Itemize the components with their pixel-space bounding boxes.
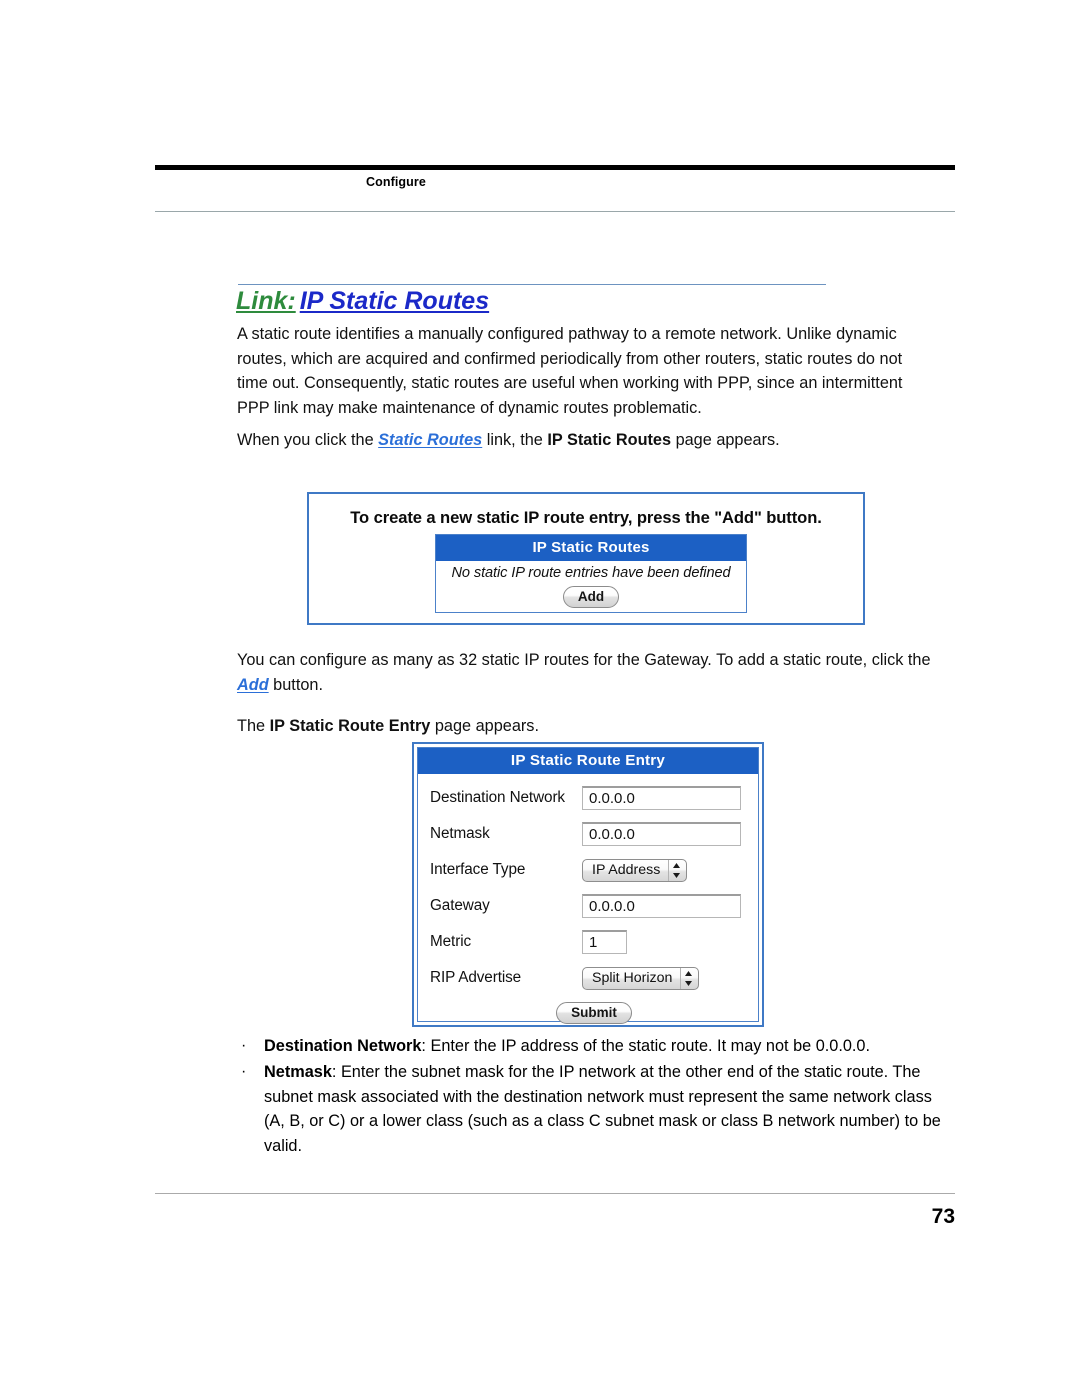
rip-advertise-select[interactable]: Split Horizon (582, 966, 700, 990)
submit-row: Submit (430, 996, 758, 1024)
bullet-marker-icon: · (241, 1037, 247, 1054)
p2-bold-term: IP Static Routes (547, 431, 672, 449)
p2-text-middle: link, the (482, 431, 548, 449)
label-metric: Metric (430, 933, 472, 950)
form-row-gateway: Gateway 0.0.0.0 (430, 888, 758, 924)
paragraph-entry-page: The IP Static Route Entry page appears. (237, 714, 937, 739)
netmask-input[interactable]: 0.0.0.0 (582, 822, 741, 846)
add-button[interactable]: Add (562, 586, 620, 608)
form-row-netmask: Netmask 0.0.0.0 (430, 816, 758, 852)
label-destination-network: Destination Network (430, 789, 565, 806)
title-name: IP Static Routes (299, 287, 490, 315)
page-title: Link: IP Static Routes (236, 286, 489, 316)
figure-ip-static-routes: To create a new static IP route entry, p… (307, 492, 865, 625)
paragraph-max-routes: You can configure as many as 32 static I… (237, 648, 937, 697)
gateway-input[interactable]: 0.0.0.0 (582, 894, 741, 918)
up-down-arrows-icon (680, 967, 696, 989)
bullet-text: : Enter the IP address of the static rou… (421, 1037, 871, 1055)
header-rule-top (155, 165, 955, 170)
panel-title: IP Static Routes (436, 535, 746, 561)
figure-caption: To create a new static IP route entry, p… (350, 508, 822, 527)
destination-network-input[interactable]: 0.0.0.0 (582, 786, 741, 810)
page-number: 73 (931, 1205, 955, 1228)
empty-state-message: No static IP route entries have been def… (451, 565, 731, 581)
title-rule (238, 284, 826, 285)
bullet-term: Netmask (264, 1062, 332, 1081)
figure-ip-static-route-entry: IP Static Route Entry Destination Networ… (412, 742, 764, 1027)
metric-input[interactable]: 1 (582, 930, 627, 954)
entry-form: Destination Network 0.0.0.0 Netmask 0.0.… (418, 774, 758, 1024)
ip-static-routes-panel: IP Static Routes No static IP route entr… (435, 534, 747, 613)
label-gateway: Gateway (430, 897, 490, 914)
label-netmask: Netmask (430, 825, 490, 842)
static-routes-link[interactable]: Static Routes (378, 431, 482, 449)
field-description-list: · Destination Network: Enter the IP addr… (238, 1034, 950, 1160)
title-link-word: Link: (236, 287, 296, 315)
form-row-rip-advertise: RIP Advertise Split Horizon (430, 960, 758, 996)
bullet-text: : Enter the subnet mask for the IP netwo… (264, 1062, 941, 1156)
label-interface-type: Interface Type (430, 861, 526, 878)
footer-rule (155, 1193, 955, 1194)
interface-type-select[interactable]: IP Address (582, 858, 688, 882)
label-rip-advertise: RIP Advertise (430, 969, 522, 986)
p3-text-after: button. (268, 675, 323, 694)
header-rule-bottom (155, 211, 955, 212)
p4-bold-term: IP Static Route Entry (269, 717, 431, 735)
interface-type-value: IP Address (592, 862, 661, 878)
form-row-destination-network: Destination Network 0.0.0.0 (430, 780, 758, 816)
bullet-marker-icon: · (241, 1062, 247, 1080)
form-row-metric: Metric 1 (430, 924, 758, 960)
p2-text-after: page appears. (671, 431, 780, 449)
document-page: Configure Link: IP Static Routes A static… (0, 0, 1080, 1397)
p4-text-after: page appears. (430, 717, 539, 735)
list-item: · Netmask: Enter the subnet mask for the… (238, 1060, 950, 1159)
running-head: Configure (366, 175, 426, 189)
list-item: · Destination Network: Enter the IP addr… (238, 1034, 950, 1059)
paragraph-intro: A static route identifies a manually con… (237, 325, 903, 417)
paragraph-click-static-routes: When you click the Static Routes link, t… (237, 428, 937, 453)
entry-panel: IP Static Route Entry Destination Networ… (417, 747, 759, 1024)
p4-text-before: The (237, 717, 270, 735)
bullet-term: Destination Network (264, 1037, 422, 1055)
entry-panel-title: IP Static Route Entry (418, 748, 758, 774)
p3-text-before: You can configure as many as 32 static I… (237, 651, 931, 669)
form-row-interface-type: Interface Type IP Address (430, 852, 758, 888)
submit-button[interactable]: Submit (556, 1002, 632, 1024)
rip-advertise-value: Split Horizon (592, 970, 673, 986)
up-down-arrows-icon (668, 859, 684, 881)
panel-button-row: Add (436, 583, 746, 608)
p2-text-before: When you click the (237, 431, 379, 449)
add-link[interactable]: Add (237, 676, 269, 694)
